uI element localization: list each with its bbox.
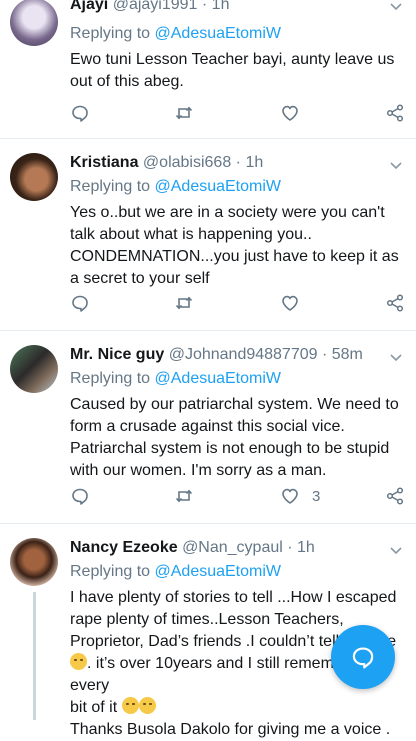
user-name[interactable]: Ajayi	[70, 0, 108, 13]
tweet-text: Caused by our patriarchal system. We nee…	[70, 396, 399, 479]
chevron-down-icon[interactable]	[388, 0, 404, 14]
thread-line	[33, 592, 36, 720]
reply-button[interactable]	[70, 102, 90, 124]
tweet[interactable]: Ajayi @ajayi1991 · 1h Replying to @Adesu…	[0, 0, 416, 139]
replying-to: Replying to @AdesuaEtomiW	[70, 25, 282, 42]
share-button[interactable]	[385, 102, 405, 124]
tweet-actions	[70, 102, 406, 124]
retweet-icon	[175, 489, 193, 503]
retweet-button[interactable]	[174, 102, 194, 124]
share-button[interactable]	[385, 292, 405, 314]
heart-icon	[282, 488, 298, 504]
chevron-down-icon[interactable]	[388, 542, 404, 558]
share-icon	[386, 294, 404, 312]
face-emoji-icon	[70, 653, 87, 670]
compose-reply-icon	[352, 647, 374, 669]
tweet-actions	[70, 292, 406, 314]
user-handle: @Johnand94887709 · 58m	[168, 346, 363, 363]
retweet-icon	[175, 296, 193, 310]
retweet-icon	[175, 106, 193, 120]
tweet[interactable]: Kristiana @olabisi668 · 1h Replying to @…	[0, 139, 416, 331]
retweet-button[interactable]	[174, 292, 194, 314]
replying-to: Replying to @AdesuaEtomiW	[70, 178, 282, 195]
heart-icon	[282, 105, 298, 121]
avatar[interactable]	[10, 538, 58, 586]
user-name[interactable]: Mr. Nice guy	[70, 346, 164, 363]
tweet[interactable]: Nancy Ezeoke @Nan_cypaul · 1h Replying t…	[0, 524, 416, 738]
replying-to-link[interactable]: @AdesuaEtomiW	[155, 563, 282, 580]
tweet-header: Ajayi @ajayi1991 · 1h	[70, 0, 376, 14]
chevron-down-icon[interactable]	[388, 349, 404, 365]
tweet-header: Mr. Nice guy @Johnand94887709 · 58m	[70, 346, 376, 364]
avatar[interactable]	[10, 153, 58, 201]
like-button[interactable]: 3	[280, 485, 320, 507]
like-count: 3	[312, 487, 321, 505]
reply-icon	[72, 105, 88, 122]
tweet-text: Yes o..but we are in a society were you …	[70, 204, 399, 287]
tweet-header: Nancy Ezeoke @Nan_cypaul · 1h	[70, 539, 376, 557]
replying-to: Replying to @AdesuaEtomiW	[70, 563, 282, 580]
user-name[interactable]: Nancy Ezeoke	[70, 539, 178, 556]
user-handle: @Nan_cypaul · 1h	[182, 539, 315, 556]
share-icon	[386, 487, 404, 505]
share-icon	[386, 104, 404, 122]
compose-reply-button[interactable]	[331, 625, 395, 689]
chevron-down-icon[interactable]	[388, 157, 404, 173]
share-button[interactable]	[385, 485, 405, 507]
reply-button[interactable]	[70, 485, 90, 507]
tweet-text: Ewo tuni Lesson Teacher bayi, aunty leav…	[70, 51, 395, 90]
like-button[interactable]	[280, 292, 306, 314]
reply-icon	[72, 488, 88, 505]
reply-button[interactable]	[70, 292, 90, 314]
like-button[interactable]	[280, 102, 306, 124]
reply-icon	[72, 295, 88, 312]
user-handle: @ajayi1991 · 1h	[112, 0, 230, 13]
replying-to-link[interactable]: @AdesuaEtomiW	[155, 370, 282, 387]
avatar[interactable]	[10, 0, 58, 46]
replying-to-link[interactable]: @AdesuaEtomiW	[155, 178, 282, 195]
replying-to-link[interactable]: @AdesuaEtomiW	[155, 25, 282, 42]
user-handle: @olabisi668 · 1h	[142, 154, 264, 171]
sad-face-emoji-icon	[138, 697, 156, 714]
tweet-header: Kristiana @olabisi668 · 1h	[70, 154, 376, 172]
replying-to: Replying to @AdesuaEtomiW	[70, 370, 282, 387]
retweet-button[interactable]	[174, 485, 194, 507]
tweet[interactable]: Mr. Nice guy @Johnand94887709 · 58m Repl…	[0, 331, 416, 524]
user-name[interactable]: Kristiana	[70, 154, 138, 171]
heart-icon	[282, 295, 298, 311]
tweet-actions: 3	[70, 485, 406, 507]
avatar[interactable]	[10, 345, 58, 393]
sad-face-emoji-icon	[121, 697, 139, 714]
